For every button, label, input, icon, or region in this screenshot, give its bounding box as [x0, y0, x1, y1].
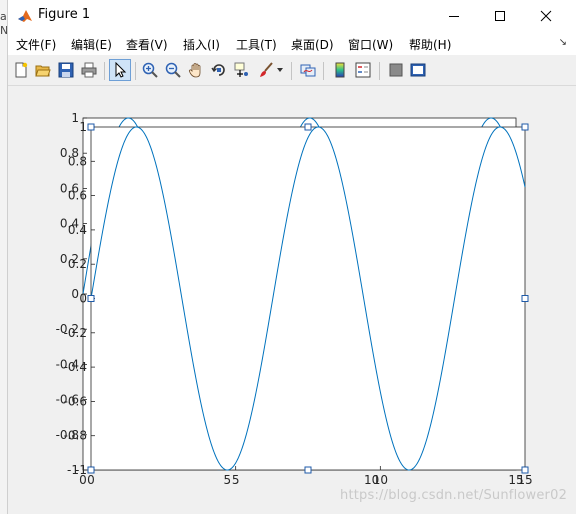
y-tick-label: 0.6 — [68, 189, 87, 203]
x-tick-label: 5 — [224, 473, 232, 487]
toolbar-separator — [323, 62, 324, 80]
maximize-icon — [495, 10, 505, 21]
selection-handle[interactable] — [521, 466, 529, 474]
selection-handle[interactable] — [304, 466, 312, 474]
edit-plot-button[interactable] — [109, 59, 131, 81]
y-tick-label: 0 — [71, 287, 79, 301]
y-tick-label: 0.2 — [68, 257, 87, 271]
menu-tools[interactable]: 工具(T) — [236, 36, 277, 53]
menu-help[interactable]: 帮助(H) — [409, 36, 451, 53]
selection-handle[interactable] — [87, 295, 95, 302]
selection-handle[interactable] — [304, 123, 312, 131]
menu-dock-arrow-icon[interactable]: ↘ — [559, 37, 567, 48]
x-tick-label: 15 — [517, 473, 532, 487]
menu-file[interactable]: 文件(F) — [16, 36, 56, 53]
edit-plot-cursor-icon — [115, 62, 127, 78]
insert-legend-icon — [355, 62, 371, 78]
menu-bar: 文件(F) 编辑(E) 查看(V) 插入(I) 工具(T) 桌面(D) 窗口(W… — [8, 31, 576, 55]
close-button[interactable] — [523, 0, 569, 31]
watermark-text: https://blog.csdn.net/Sunflower02 — [340, 488, 568, 503]
pan-hand-icon — [189, 63, 201, 78]
show-plot-tools-button[interactable] — [408, 60, 428, 80]
show-plot-tools-icon — [410, 63, 426, 77]
menu-insert[interactable]: 插入(I) — [183, 36, 220, 53]
zoom-in-button[interactable] — [140, 60, 160, 80]
background-window-sliver: at N — [0, 0, 11, 514]
window-title: Figure 1 — [38, 7, 91, 22]
brush-dropdown[interactable] — [275, 60, 285, 80]
selection-handle[interactable] — [521, 123, 529, 131]
link-plot-icon — [300, 64, 316, 77]
zoom-in-icon — [142, 62, 158, 78]
brush-icon — [260, 62, 273, 77]
rotate-3d-button[interactable] — [209, 60, 229, 80]
x-tick-label: 0 — [87, 473, 95, 487]
figure-canvas[interactable]: -1 -0.8 -0.6 -0.4 -0.2 0 0.2 0.4 0.6 0.8 1 0 5 10 15 -1… — [8, 86, 576, 506]
x-tick-label: 5 — [232, 473, 240, 487]
y-tick-label: 1 — [71, 111, 79, 125]
toolbar-separator — [379, 62, 380, 80]
zoom-out-button[interactable] — [163, 60, 183, 80]
close-icon — [540, 10, 552, 21]
rotate-3d-icon — [211, 64, 225, 76]
y-tick-label: 0.8 — [68, 154, 87, 168]
minimize-icon — [449, 15, 459, 17]
y-tick-label: -0.6 — [64, 394, 87, 408]
matlab-logo-icon — [16, 7, 34, 25]
data-cursor-icon — [234, 62, 248, 77]
open-file-icon — [35, 65, 51, 77]
menu-edit[interactable]: 编辑(E) — [71, 36, 112, 53]
pan-button[interactable] — [186, 60, 206, 80]
chevron-down-icon — [277, 68, 283, 72]
print-icon — [81, 62, 97, 78]
save-icon — [58, 62, 74, 78]
menu-view[interactable]: 查看(V) — [126, 36, 168, 53]
toolbar-separator — [104, 62, 105, 80]
y-tick-label: -0.4 — [64, 360, 87, 374]
y-tick-label: -1 — [75, 463, 87, 477]
save-button[interactable] — [56, 60, 76, 80]
y-tick-label: -0.8 — [64, 429, 87, 443]
y-tick-label: 1 — [79, 120, 87, 134]
figure-toolbar — [8, 55, 576, 86]
menu-window[interactable]: 窗口(W) — [348, 36, 393, 53]
hide-plot-tools-button[interactable] — [386, 60, 406, 80]
brush-button[interactable] — [256, 60, 276, 80]
selection-handle[interactable] — [87, 123, 95, 131]
x-tick-label: 10 — [373, 473, 388, 487]
open-file-button[interactable] — [33, 60, 53, 80]
data-cursor-button[interactable] — [232, 60, 252, 80]
figure-window: Figure 1 文件(F) 编辑(E) 查看(V) 插入(I) 工具(T) 桌… — [7, 0, 576, 514]
toolbar-separator — [135, 62, 136, 80]
insert-colorbar-button[interactable] — [330, 60, 350, 80]
new-figure-icon — [15, 62, 28, 78]
y-tick-label: -0.2 — [64, 326, 87, 340]
y-tick-label: 0.4 — [68, 223, 87, 237]
new-figure-button[interactable] — [11, 60, 31, 80]
hide-plot-tools-icon — [389, 63, 403, 77]
insert-legend-button[interactable] — [353, 60, 373, 80]
selection-handle[interactable] — [521, 295, 529, 302]
foreground-axes: -1-0.8-0.6-0.4-0.200.20.40.60.810 5 10 15 — [64, 120, 533, 487]
figure-plot-svg[interactable]: -1-0.8-0.6-0.4-0.200.20.40.60.810 5 10 15-1… — [8, 86, 576, 506]
y-tick-label: 0 — [79, 292, 87, 306]
insert-colorbar-icon — [335, 62, 345, 78]
print-button[interactable] — [79, 60, 99, 80]
link-plot-button[interactable] — [298, 60, 318, 80]
selection-handle[interactable] — [87, 466, 95, 474]
toolbar-separator — [291, 62, 292, 80]
title-bar[interactable]: Figure 1 — [8, 0, 576, 31]
axes-box — [90, 126, 526, 471]
minimize-button[interactable] — [431, 0, 477, 31]
menu-desktop[interactable]: 桌面(D) — [291, 36, 334, 53]
zoom-out-icon — [165, 62, 181, 78]
maximize-button[interactable] — [477, 0, 523, 31]
